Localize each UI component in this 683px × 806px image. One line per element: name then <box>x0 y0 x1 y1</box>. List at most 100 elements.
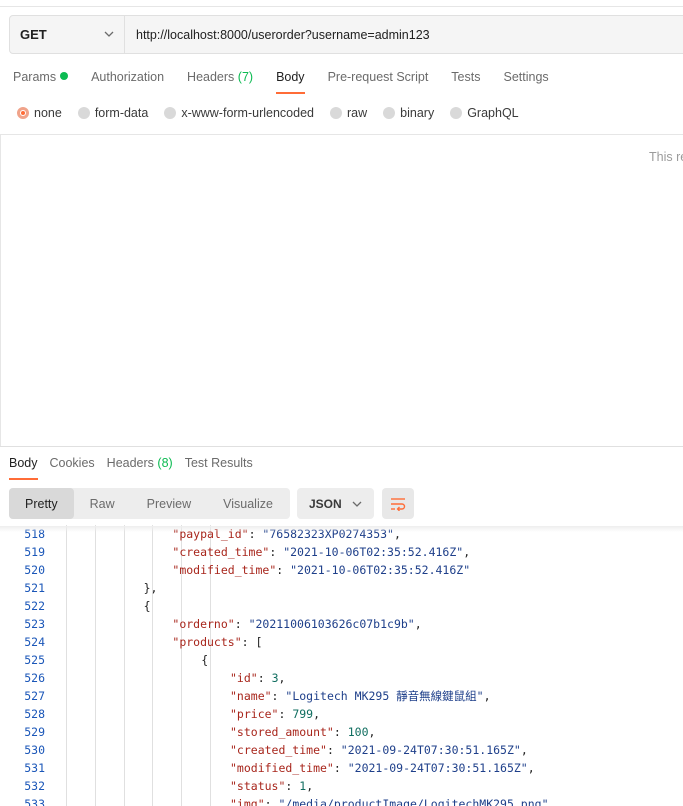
code-token: 3 <box>271 671 279 685</box>
radio-urlencoded-label: x-www-form-urlencoded <box>181 106 314 120</box>
code-token: { <box>143 599 151 613</box>
code-line: 525 { <box>0 651 683 669</box>
code-token: : <box>264 797 279 806</box>
response-tab-test-results[interactable]: Test Results <box>185 456 253 480</box>
radio-none-label: none <box>34 106 62 120</box>
view-visualize-button[interactable]: Visualize <box>207 488 289 519</box>
response-tab-cookies[interactable]: Cookies <box>50 456 95 480</box>
code-token: { <box>201 653 209 667</box>
radio-binary-label: binary <box>400 106 435 120</box>
code-text: "price": 799, <box>230 705 320 723</box>
line-number: 532 <box>24 779 45 793</box>
tab-tests-label: Tests <box>451 70 481 84</box>
code-token: , <box>463 545 471 559</box>
code-text: "products": [ <box>172 633 262 651</box>
code-line: 526 "id": 3, <box>0 669 683 687</box>
tab-headers[interactable]: Headers (7) <box>187 70 253 94</box>
code-token: "img" <box>230 797 265 806</box>
tab-body[interactable]: Body <box>276 70 305 94</box>
tab-authorization-label: Authorization <box>91 70 165 84</box>
code-text: { <box>144 597 151 615</box>
line-number: 526 <box>24 671 45 685</box>
code-text: "modified_time": "2021-10-06T02:35:52.41… <box>172 561 470 579</box>
code-token: "20211006103626c07b1c9b" <box>248 617 415 631</box>
code-token: "id" <box>230 671 258 685</box>
code-token: "orderno" <box>172 617 235 631</box>
line-number: 522 <box>24 599 45 613</box>
line-number: 527 <box>24 689 45 703</box>
code-token: : <box>326 743 341 757</box>
tab-pre-request-script[interactable]: Pre-request Script <box>328 70 429 94</box>
code-token: , <box>483 689 491 703</box>
code-token: "2021-10-06T02:35:52.416Z" <box>290 563 471 577</box>
code-text: "created_time": "2021-09-24T07:30:51.165… <box>230 741 528 759</box>
line-number: 531 <box>24 761 45 775</box>
response-tab-headers[interactable]: Headers (8) <box>107 456 173 480</box>
code-line: 519 "created_time": "2021-10-06T02:35:52.… <box>0 543 683 561</box>
body-hint-text: This re <box>649 150 683 164</box>
radio-icon <box>77 107 90 119</box>
code-token: , <box>306 779 314 793</box>
radio-form-data[interactable]: form-data <box>77 106 148 120</box>
method-select[interactable]: GET <box>10 16 125 53</box>
format-select[interactable]: JSON <box>297 488 374 519</box>
tab-tests[interactable]: Tests <box>451 70 480 94</box>
code-text: "orderno": "20211006103626c07b1c9b", <box>172 615 421 633</box>
line-number: 530 <box>24 743 45 757</box>
response-tab-body[interactable]: Body <box>9 456 38 480</box>
radio-x-www-form-urlencoded[interactable]: x-www-form-urlencoded <box>164 106 314 120</box>
top-divider <box>0 6 683 7</box>
wrap-lines-button[interactable] <box>382 488 414 519</box>
code-token: , <box>368 725 376 739</box>
radio-graphql[interactable]: GraphQL <box>450 106 519 120</box>
code-token: : <box>278 707 293 721</box>
radio-selected-icon <box>17 107 29 119</box>
radio-icon <box>450 107 463 119</box>
code-token: : <box>333 725 348 739</box>
radio-raw-label: raw <box>347 106 368 120</box>
code-token: "price" <box>230 707 279 721</box>
response-code-viewer[interactable]: 518 "paypal_id": "76582323XP0274353", 519 "… <box>0 525 683 806</box>
response-pane-divider[interactable] <box>0 446 683 447</box>
view-pretty-button[interactable]: Pretty <box>9 488 74 519</box>
line-number: 520 <box>24 563 45 577</box>
line-number: 533 <box>24 797 45 806</box>
radio-icon <box>330 107 342 119</box>
code-token: 799 <box>292 707 314 721</box>
code-token: "name" <box>230 689 272 703</box>
code-token: "modified_time" <box>230 761 334 775</box>
url-input[interactable]: http://localhost:8000/userorder?username… <box>125 16 430 53</box>
tab-params[interactable]: Params <box>13 70 69 94</box>
tab-authorization[interactable]: Authorization <box>91 70 164 94</box>
radio-raw[interactable]: raw <box>330 106 367 120</box>
radio-icon <box>383 107 396 119</box>
code-token: , <box>313 707 321 721</box>
code-line: 522 { <box>0 597 683 615</box>
request-tabs: Params Authorization Headers (7) Body Pr… <box>13 70 572 94</box>
view-raw-button[interactable]: Raw <box>74 488 131 519</box>
code-text: "stored_amount": 100, <box>230 723 375 741</box>
code-token: "created_time" <box>172 545 270 559</box>
code-token: : <box>271 689 286 703</box>
code-line: 532 "status": 1, <box>0 777 683 795</box>
method-label: GET <box>20 27 47 42</box>
line-number: 529 <box>24 725 45 739</box>
code-line: 521}, <box>0 579 683 597</box>
tab-settings[interactable]: Settings <box>503 70 548 94</box>
view-mode-group: Pretty Raw Preview Visualize <box>9 488 290 519</box>
code-text: "img": "/media/productImage/LogitechMK29… <box>230 795 549 806</box>
radio-binary[interactable]: binary <box>383 106 434 120</box>
response-tab-test-results-label: Test Results <box>184 456 253 470</box>
headers-count: (7) <box>237 70 254 84</box>
response-tab-headers-label: Headers <box>106 456 154 470</box>
view-preview-button[interactable]: Preview <box>131 488 207 519</box>
code-line: 528 "price": 799, <box>0 705 683 723</box>
tab-params-label: Params <box>13 70 57 84</box>
chevron-down-icon <box>352 501 362 507</box>
line-number: 519 <box>24 545 45 559</box>
radio-icon <box>164 107 177 119</box>
chevron-down-icon <box>104 31 114 37</box>
radio-none[interactable]: none <box>17 106 62 120</box>
code-text: "created_time": "2021-10-06T02:35:52.416… <box>172 543 470 561</box>
response-tab-cookies-label: Cookies <box>49 456 95 470</box>
